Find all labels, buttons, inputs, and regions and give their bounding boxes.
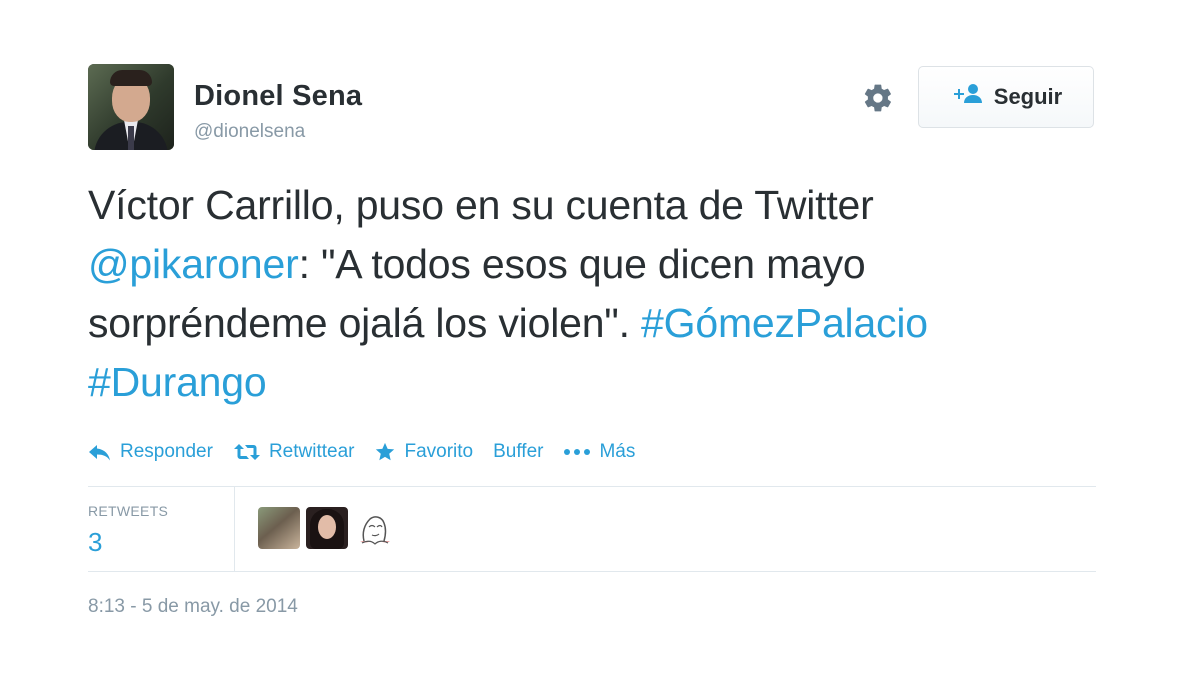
more-icon bbox=[563, 447, 591, 457]
user-handle[interactable]: @dionelsena bbox=[194, 121, 362, 143]
retweeter-avatar[interactable] bbox=[354, 507, 396, 549]
stats-divider bbox=[234, 487, 235, 571]
follow-button[interactable]: Seguir bbox=[918, 66, 1094, 128]
reply-label: Responder bbox=[120, 441, 213, 462]
retweets-label: RETWEETS bbox=[88, 503, 169, 519]
follow-button-label: Seguir bbox=[993, 84, 1063, 109]
retweet-label: Retwittear bbox=[268, 441, 355, 462]
buffer-button[interactable]: Buffer bbox=[493, 441, 543, 463]
user-avatar[interactable] bbox=[88, 64, 174, 150]
retweet-icon bbox=[233, 442, 261, 462]
user-fullname[interactable]: Dionel Sena bbox=[194, 80, 362, 113]
hashtag-link[interactable]: #GómezPalacio bbox=[641, 300, 928, 346]
gear-icon[interactable] bbox=[860, 80, 896, 116]
user-names: Dionel Sena @dionelsena bbox=[194, 80, 362, 143]
favorite-button[interactable]: Favorito bbox=[374, 441, 473, 463]
retweet-button[interactable]: Retwittear bbox=[233, 441, 355, 463]
reply-button[interactable]: Responder bbox=[88, 441, 213, 463]
retweeter-avatars bbox=[258, 507, 396, 549]
tweet-card: Dionel Sena @dionelsena Seguir Víctor Ca… bbox=[88, 64, 1096, 618]
retweets-count: 3 bbox=[88, 527, 103, 557]
retweets-stat[interactable]: RETWEETS 3 bbox=[88, 503, 234, 558]
tweet-text: Víctor Carrillo, puso en su cuenta de Tw… bbox=[88, 176, 1096, 412]
more-label: Más bbox=[599, 441, 636, 462]
retweeter-avatar[interactable] bbox=[306, 507, 348, 549]
add-user-icon bbox=[950, 82, 984, 112]
star-icon bbox=[374, 441, 396, 463]
reply-icon bbox=[88, 442, 112, 462]
tweet-text-segment: Víctor Carrillo, puso en su cuenta de Tw… bbox=[88, 182, 874, 228]
tweet-actions: Responder Retwittear Favorito Buffer Más bbox=[88, 436, 1096, 468]
favorite-label: Favorito bbox=[404, 441, 474, 462]
hashtag-link[interactable]: #Durango bbox=[88, 359, 267, 405]
tweet-timestamp[interactable]: 8:13 - 5 de may. de 2014 bbox=[88, 596, 1096, 618]
buffer-label: Buffer bbox=[493, 441, 544, 462]
tweet-header: Dionel Sena @dionelsena Seguir bbox=[88, 64, 1096, 152]
mention-link[interactable]: @pikaroner bbox=[88, 241, 299, 287]
more-button[interactable]: Más bbox=[563, 441, 635, 463]
retweeter-avatar[interactable] bbox=[258, 507, 300, 549]
tweet-stats: RETWEETS 3 bbox=[88, 486, 1096, 572]
